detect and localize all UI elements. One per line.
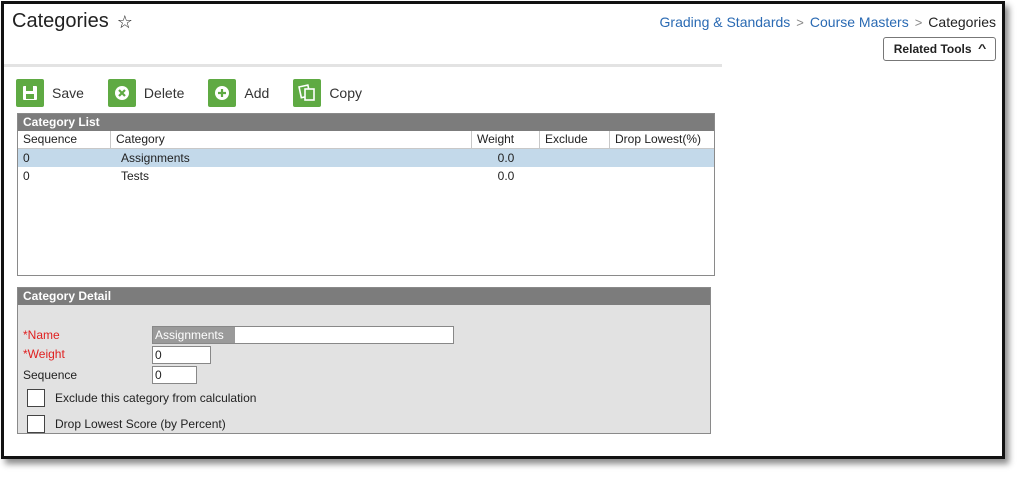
sequence-input[interactable] bbox=[152, 366, 197, 384]
copy-button[interactable]: Copy bbox=[293, 79, 362, 107]
add-icon bbox=[208, 79, 237, 107]
save-label: Save bbox=[52, 85, 84, 101]
exclude-row: Exclude this category from calculation bbox=[27, 389, 256, 407]
exclude-checkbox[interactable] bbox=[27, 389, 45, 407]
category-detail-panel: Category Detail *Name *Weight Sequence E… bbox=[17, 287, 711, 434]
category-list-header: Category List bbox=[18, 114, 714, 131]
cell-weight: 0.0 bbox=[497, 169, 515, 183]
column-header-exclude[interactable]: Exclude bbox=[540, 131, 610, 148]
cell-category: Assignments bbox=[121, 151, 190, 165]
chevron-up-icon: ^ bbox=[977, 43, 986, 55]
category-detail-header: Category Detail bbox=[18, 288, 710, 305]
breadcrumb-grading-standards[interactable]: Grading & Standards bbox=[660, 14, 791, 30]
weight-input[interactable] bbox=[152, 346, 211, 364]
add-label: Add bbox=[244, 85, 270, 101]
column-header-category[interactable]: Category bbox=[111, 131, 472, 148]
add-button[interactable]: Add bbox=[208, 79, 269, 107]
cell-weight: 0.0 bbox=[497, 151, 515, 165]
star-icon[interactable]: ☆ bbox=[117, 13, 133, 31]
cell-sequence: 0 bbox=[23, 151, 30, 165]
delete-icon bbox=[107, 79, 136, 107]
drop-lowest-checkbox[interactable] bbox=[27, 415, 45, 433]
column-header-sequence[interactable]: Sequence bbox=[18, 131, 111, 148]
column-header-drop-lowest[interactable]: Drop Lowest(%) bbox=[610, 131, 714, 148]
breadcrumb-course-masters[interactable]: Course Masters bbox=[810, 14, 909, 30]
category-list-column-headers: Sequence Category Weight Exclude Drop Lo… bbox=[18, 131, 714, 149]
related-tools-label: Related Tools bbox=[893, 42, 972, 56]
weight-label: *Weight bbox=[23, 347, 65, 361]
breadcrumb: Grading & Standards > Course Masters > C… bbox=[660, 14, 996, 30]
drop-lowest-row: Drop Lowest Score (by Percent) bbox=[27, 415, 226, 433]
cell-sequence: 0 bbox=[23, 169, 30, 183]
drop-lowest-label: Drop Lowest Score (by Percent) bbox=[55, 417, 226, 431]
name-label: *Name bbox=[23, 328, 60, 342]
chevron-right-icon: > bbox=[796, 14, 804, 30]
window-frame: Categories ☆ Grading & Standards > Cours… bbox=[1, 1, 1005, 459]
save-icon bbox=[16, 79, 44, 107]
cell-category: Tests bbox=[121, 169, 150, 183]
related-tools-button[interactable]: Related Tools ^ bbox=[882, 37, 996, 61]
page-title: Categories ☆ bbox=[12, 10, 133, 33]
save-button[interactable]: Save bbox=[16, 79, 84, 107]
copy-label: Copy bbox=[329, 85, 362, 101]
copy-icon bbox=[293, 79, 322, 107]
cell-drop-lowest bbox=[610, 167, 714, 185]
breadcrumb-current: Categories bbox=[928, 14, 996, 30]
delete-label: Delete bbox=[143, 85, 185, 101]
sequence-label: Sequence bbox=[23, 368, 78, 382]
cell-exclude bbox=[540, 149, 610, 167]
chevron-right-icon: > bbox=[914, 14, 923, 30]
column-header-weight[interactable]: Weight bbox=[472, 131, 540, 148]
name-input[interactable] bbox=[152, 326, 454, 344]
table-row[interactable]: 0 Tests 0.0 bbox=[18, 167, 714, 185]
category-list-panel: Category List Sequence Category Weight E… bbox=[17, 113, 715, 276]
action-toolbar: Save Delete Add Copy bbox=[16, 79, 386, 107]
cell-exclude bbox=[540, 167, 610, 185]
delete-button[interactable]: Delete bbox=[107, 79, 185, 107]
exclude-label: Exclude this category from calculation bbox=[55, 391, 257, 405]
table-row[interactable]: 0 Assignments 0.0 bbox=[18, 149, 714, 167]
page-title-text: Categories bbox=[12, 10, 109, 32]
cell-drop-lowest bbox=[610, 149, 714, 167]
